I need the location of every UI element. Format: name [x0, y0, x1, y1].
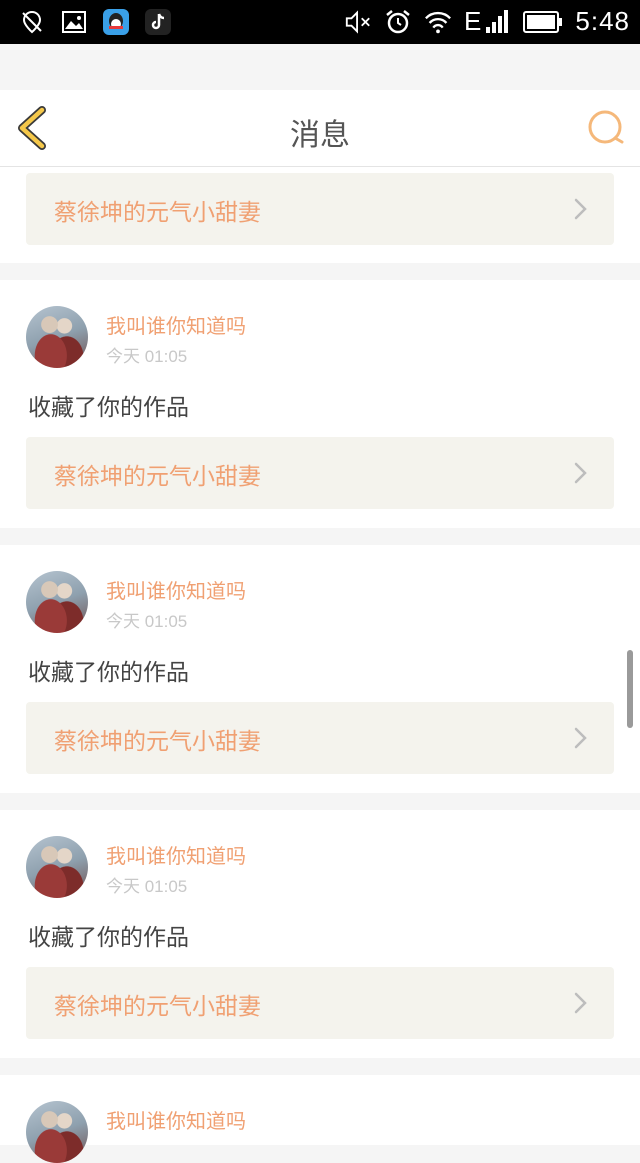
- work-title: 蔡徐坤的元气小甜妻: [54, 200, 261, 226]
- message-card: 我叫谁你知道吗 今天 01:05 收藏了你的作品 蔡徐坤的元气小甜妻: [0, 280, 640, 528]
- message-action: 收藏了你的作品: [28, 925, 189, 951]
- battery-icon: [523, 8, 563, 36]
- chevron-right-icon: [574, 992, 587, 1014]
- username[interactable]: 我叫谁你知道吗: [106, 575, 246, 604]
- chevron-right-icon: [574, 198, 587, 220]
- chevron-right-icon: [574, 462, 587, 484]
- page-title: 消息: [290, 118, 350, 153]
- chevron-right-icon: [574, 727, 587, 749]
- work-link[interactable]: 蔡徐坤的元气小甜妻: [26, 437, 614, 509]
- message-card: 我叫谁你知道吗 今天 01:05 收藏了你的作品 蔡徐坤的元气小甜妻: [0, 545, 640, 793]
- work-title: 蔡徐坤的元气小甜妻: [54, 994, 261, 1020]
- search-icon: [588, 110, 624, 144]
- image-icon: [60, 8, 88, 36]
- status-right-icons: E 5:48: [344, 6, 630, 37]
- qq-icon: [102, 8, 130, 36]
- message-card-partial-top: 蔡徐坤的元气小甜妻: [0, 167, 640, 263]
- username[interactable]: 我叫谁你知道吗: [106, 840, 246, 869]
- avatar[interactable]: [26, 836, 88, 898]
- work-link[interactable]: 蔡徐坤的元气小甜妻: [26, 173, 614, 245]
- location-off-icon: [18, 8, 46, 36]
- message-time: 今天 01:05: [106, 347, 188, 366]
- status-bar: E 5:48: [0, 0, 640, 44]
- nav-header: 消息: [0, 90, 640, 167]
- status-left-icons: [18, 8, 172, 36]
- work-link[interactable]: 蔡徐坤的元气小甜妻: [26, 702, 614, 774]
- avatar[interactable]: [26, 306, 88, 368]
- avatar[interactable]: [26, 1101, 88, 1163]
- alarm-icon: [384, 8, 412, 36]
- message-action: 收藏了你的作品: [28, 660, 189, 686]
- message-action: 收藏了你的作品: [28, 395, 189, 421]
- work-title: 蔡徐坤的元气小甜妻: [54, 464, 261, 490]
- network-type: E: [464, 6, 482, 36]
- work-link[interactable]: 蔡徐坤的元气小甜妻: [26, 967, 614, 1039]
- scrollbar[interactable]: [627, 650, 633, 728]
- message-card: 我叫谁你知道吗 今天 01:05 收藏了你的作品 蔡徐坤的元气小甜妻: [0, 810, 640, 1058]
- message-list: 蔡徐坤的元气小甜妻 我叫谁你知道吗 今天 01:05 收藏了你的作品 蔡徐坤的元…: [0, 167, 640, 1163]
- tiktok-icon: [144, 8, 172, 36]
- username[interactable]: 我叫谁你知道吗: [106, 310, 246, 339]
- search-button[interactable]: [586, 108, 626, 148]
- message-card-partial-bottom: 我叫谁你知道吗: [0, 1075, 640, 1163]
- message-time: 今天 01:05: [106, 877, 188, 896]
- status-time: 5:48: [575, 6, 630, 36]
- message-time: 今天 01:05: [106, 612, 188, 631]
- work-title: 蔡徐坤的元气小甜妻: [54, 729, 261, 755]
- username[interactable]: 我叫谁你知道吗: [106, 1105, 246, 1134]
- mute-icon: [344, 8, 372, 36]
- avatar[interactable]: [26, 571, 88, 633]
- top-spacer: [0, 44, 640, 90]
- wifi-icon: [424, 8, 452, 36]
- signal-icon: [483, 8, 511, 36]
